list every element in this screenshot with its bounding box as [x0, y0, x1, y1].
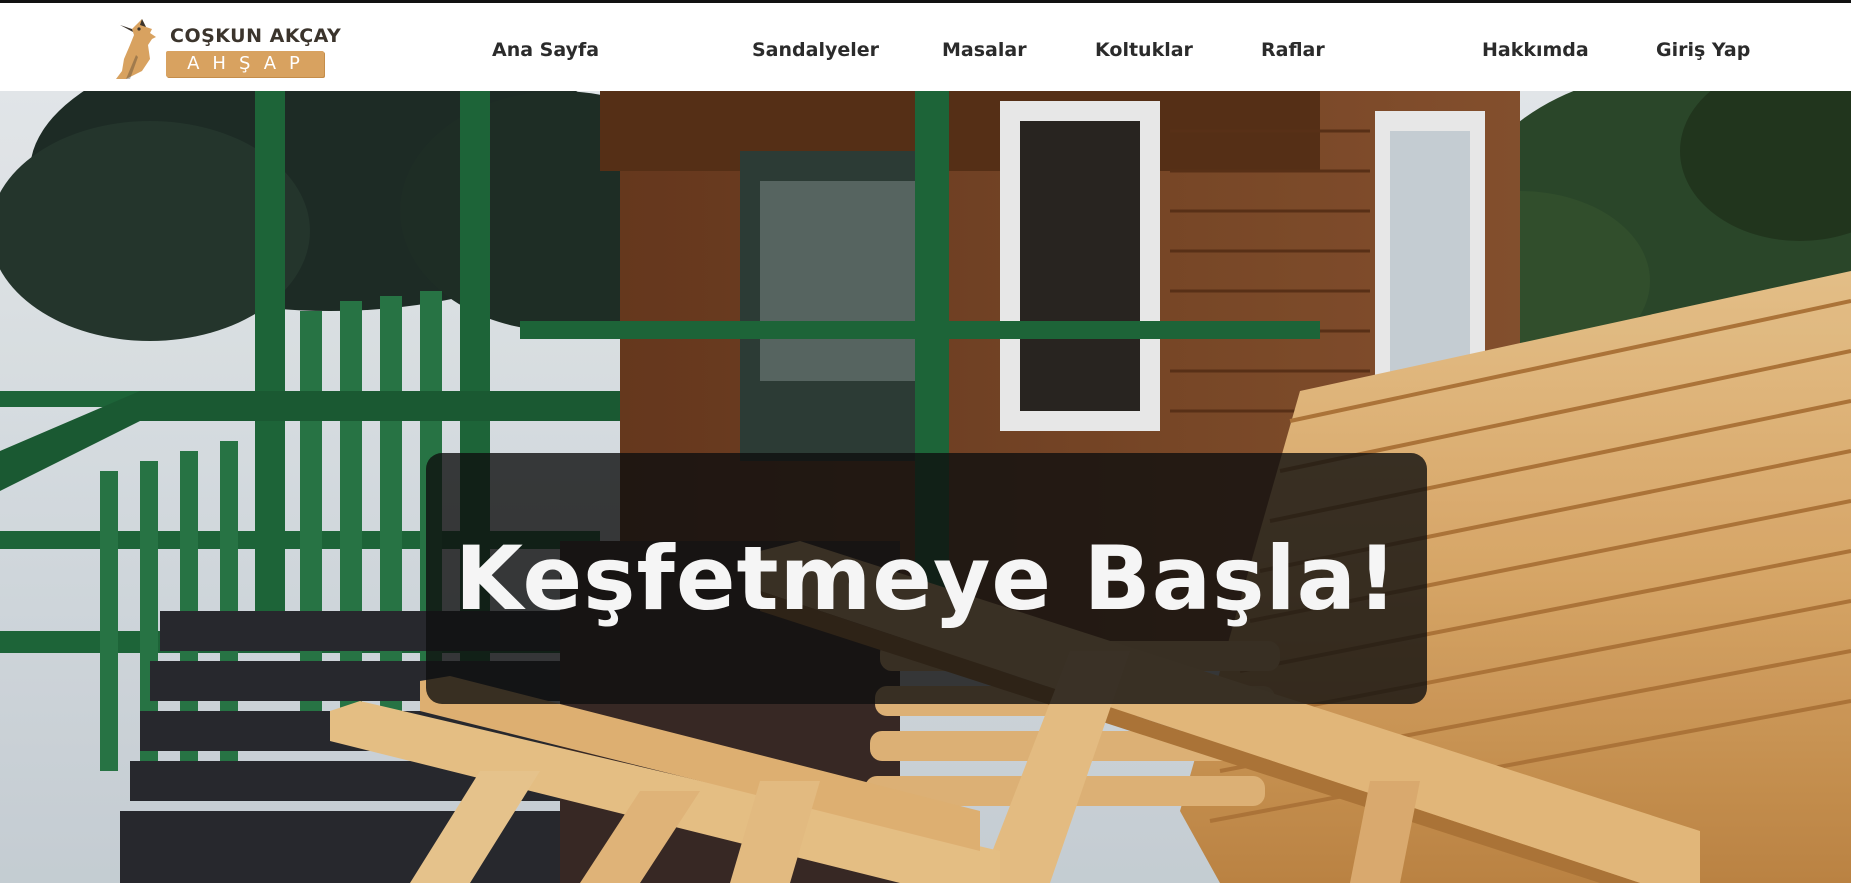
site-logo[interactable]: COŞKUN AKÇAY AHŞAP — [112, 15, 341, 83]
nav-ana-sayfa[interactable]: Ana Sayfa — [492, 39, 599, 61]
hero-title: Keşfetmeye Başla! — [454, 527, 1399, 630]
hero-title-card[interactable]: Keşfetmeye Başla! — [426, 453, 1427, 704]
site-header: COŞKUN AKÇAY AHŞAP Ana Sayfa Sandalyeler… — [0, 3, 1851, 91]
nav-giris-yap[interactable]: Giriş Yap — [1656, 39, 1750, 61]
nav-hakkimda[interactable]: Hakkımda — [1482, 39, 1589, 61]
woodpecker-icon — [116, 19, 156, 79]
hero-banner: Keşfetmeye Başla! — [0, 91, 1851, 883]
nav-sandalyeler[interactable]: Sandalyeler — [752, 39, 879, 61]
logo-subtitle: AHŞAP — [187, 53, 313, 74]
logo-title: COŞKUN AKÇAY — [170, 25, 342, 47]
nav-koltuklar[interactable]: Koltuklar — [1095, 39, 1193, 61]
nav-raflar[interactable]: Raflar — [1261, 39, 1325, 61]
nav-masalar[interactable]: Masalar — [942, 39, 1027, 61]
